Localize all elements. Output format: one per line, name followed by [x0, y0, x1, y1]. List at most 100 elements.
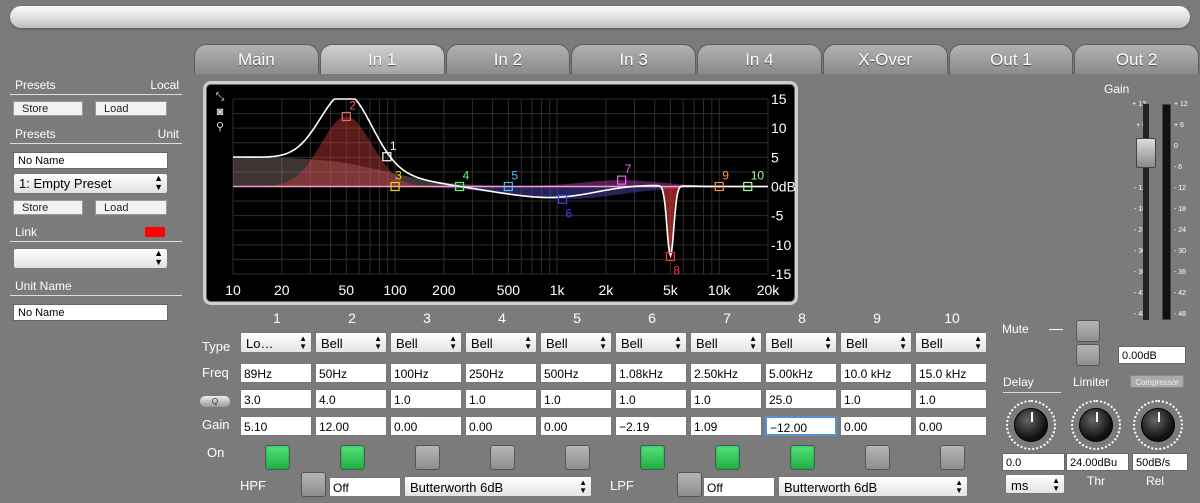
link-select[interactable]: ▲ ▼	[13, 248, 168, 269]
band-q-field[interactable]: 1.0	[690, 389, 762, 409]
band-freq-field[interactable]: 100Hz	[390, 363, 462, 383]
stepper-arrows-icon: ▲ ▼	[579, 478, 587, 495]
band-q-field[interactable]: 25.0	[765, 389, 837, 409]
compressor-button[interactable]: Compressor	[1130, 375, 1184, 388]
tab-out-2[interactable]: Out 2	[1074, 44, 1199, 74]
output-gain-field[interactable]: 0.00dB	[1118, 346, 1186, 364]
delay-field[interactable]: 0.0	[1002, 453, 1065, 471]
band-on-button[interactable]	[640, 445, 665, 470]
preset-select[interactable]: 1: Empty Preset ▲ ▼	[13, 173, 168, 194]
band-q-field[interactable]: 1.0	[465, 389, 537, 409]
band-q-field[interactable]: 3.0	[240, 389, 312, 409]
presets-local-scope: Local	[150, 78, 179, 92]
mute-button[interactable]	[1076, 320, 1100, 342]
eq-graph[interactable]: 10 20 50 100 200 500 1k 2k 5k 10k 20k 15 10 5 0dB -5 -10…	[203, 81, 798, 305]
band-number: 6	[648, 310, 656, 326]
band-type-select[interactable]: Bell ▲ ▼	[540, 332, 612, 353]
link-indicator[interactable]	[145, 227, 165, 237]
band-type-select[interactable]: Bell ▲ ▼	[465, 332, 537, 353]
band-freq-field[interactable]: 89Hz	[240, 363, 312, 383]
band-q-field[interactable]: 1.0	[615, 389, 687, 409]
store-unit-button[interactable]: Store	[13, 200, 83, 215]
gain-scale-tick: + 12	[1174, 101, 1188, 108]
hpf-freq-field[interactable]: Off	[329, 477, 401, 497]
zoom-fit-icon[interactable]: ⤡	[213, 91, 227, 106]
band-gain-field[interactable]: 12.00	[315, 416, 387, 436]
gain-slider-thumb[interactable]	[1136, 138, 1156, 168]
band-type-select[interactable]: Bell ▲ ▼	[690, 332, 762, 353]
phase-button[interactable]	[1076, 344, 1100, 366]
band-type-select[interactable]: Lo… ▲ ▼	[240, 332, 312, 353]
band-on-button[interactable]	[565, 445, 590, 470]
band-q-field[interactable]: 1.0	[840, 389, 912, 409]
threshold-knob[interactable]	[1079, 408, 1113, 442]
store-local-button[interactable]: Store	[13, 101, 83, 116]
band-gain-field[interactable]: −12.00	[765, 416, 837, 436]
q-toggle-button[interactable]: Q	[200, 396, 230, 407]
lpf-enable-button[interactable]	[677, 472, 702, 497]
band-type-select[interactable]: Bell ▲ ▼	[615, 332, 687, 353]
preset-select-value: 1: Empty Preset	[19, 176, 112, 191]
threshold-field[interactable]: 24.00dBu	[1066, 453, 1129, 471]
band-gain-field[interactable]: 0.00	[840, 416, 912, 436]
band-type-select[interactable]: Bell ▲ ▼	[915, 332, 987, 353]
release-field[interactable]: 50dB/s	[1132, 453, 1188, 471]
tab-main[interactable]: Main	[194, 44, 319, 74]
band-q-field[interactable]: 1.0	[390, 389, 462, 409]
band-on-button[interactable]	[415, 445, 440, 470]
delay-knob[interactable]	[1014, 408, 1048, 442]
band-type-select[interactable]: Bell ▲ ▼	[840, 332, 912, 353]
band-freq-field[interactable]: 2.50kHz	[690, 363, 762, 383]
preset-name-field[interactable]: No Name	[13, 152, 168, 169]
band-q-field[interactable]: 4.0	[315, 389, 387, 409]
band-gain-field[interactable]: 0.00	[540, 416, 612, 436]
band-gain-field[interactable]: 1.09	[690, 416, 762, 436]
band-freq-field[interactable]: 250Hz	[465, 363, 537, 383]
stepper-arrows-icon: ▲ ▼	[955, 478, 963, 495]
camera-icon[interactable]: ◙	[213, 106, 227, 121]
band-freq-field[interactable]: 15.0 kHz	[915, 363, 987, 383]
band-gain-field[interactable]: 0.00	[390, 416, 462, 436]
band-freq-field[interactable]: 50Hz	[315, 363, 387, 383]
lpf-freq-field[interactable]: Off	[703, 477, 775, 497]
load-unit-button[interactable]: Load	[95, 200, 167, 215]
band-q-field[interactable]: 1.0	[915, 389, 987, 409]
band-q-field[interactable]: 1.0	[540, 389, 612, 409]
load-local-button[interactable]: Load	[95, 101, 167, 116]
delay-unit-select[interactable]: ms ▲ ▼	[1005, 474, 1065, 494]
gain-slider-track[interactable]	[1143, 104, 1149, 320]
band-freq-field[interactable]: 10.0 kHz	[840, 363, 912, 383]
tab-in-4[interactable]: In 4	[697, 44, 822, 74]
band-gain-field[interactable]: 0.00	[915, 416, 987, 436]
band-gain-field[interactable]: −2.19	[615, 416, 687, 436]
band-on-button[interactable]	[940, 445, 965, 470]
band-freq-field[interactable]: 500Hz	[540, 363, 612, 383]
tab-in-2[interactable]: In 2	[445, 44, 571, 74]
hpf-type-select[interactable]: Butterworth 6dB ▲ ▼	[404, 476, 592, 497]
tab-out-1[interactable]: Out 1	[948, 44, 1074, 74]
band-freq-field[interactable]: 5.00kHz	[765, 363, 837, 383]
magnifier-icon[interactable]: ⚲	[213, 121, 227, 136]
band-type-select[interactable]: Bell ▲ ▼	[765, 332, 837, 353]
band-freq-field[interactable]: 1.08kHz	[615, 363, 687, 383]
band-type-select[interactable]: Bell ▲ ▼	[315, 332, 387, 353]
band-gain-field[interactable]: 0.00	[465, 416, 537, 436]
lpf-type-select[interactable]: Butterworth 6dB ▲ ▼	[778, 476, 968, 497]
release-knob[interactable]	[1141, 408, 1175, 442]
band-on-button[interactable]	[715, 445, 740, 470]
band-on-button[interactable]	[865, 445, 890, 470]
tab-in-1[interactable]: In 1	[319, 44, 445, 74]
stepper-arrows-icon: ▲ ▼	[299, 334, 307, 351]
band-gain-field[interactable]: 5.10	[240, 416, 312, 436]
tab-x-over[interactable]: X-Over	[822, 44, 948, 74]
eq-response-plot[interactable]: 10 20 50 100 200 500 1k 2k 5k 10k 20k151050dB-5-10…	[206, 84, 795, 302]
band-type-select[interactable]: Bell ▲ ▼	[390, 332, 462, 353]
unit-name-field[interactable]: No Name	[13, 304, 168, 321]
tab-in-3[interactable]: In 3	[571, 44, 696, 74]
band-on-button[interactable]	[490, 445, 515, 470]
band-on-button[interactable]	[340, 445, 365, 470]
mute-label: Mute	[1002, 322, 1029, 336]
band-on-button[interactable]	[265, 445, 290, 470]
band-on-button[interactable]	[790, 445, 815, 470]
hpf-enable-button[interactable]	[301, 472, 326, 497]
